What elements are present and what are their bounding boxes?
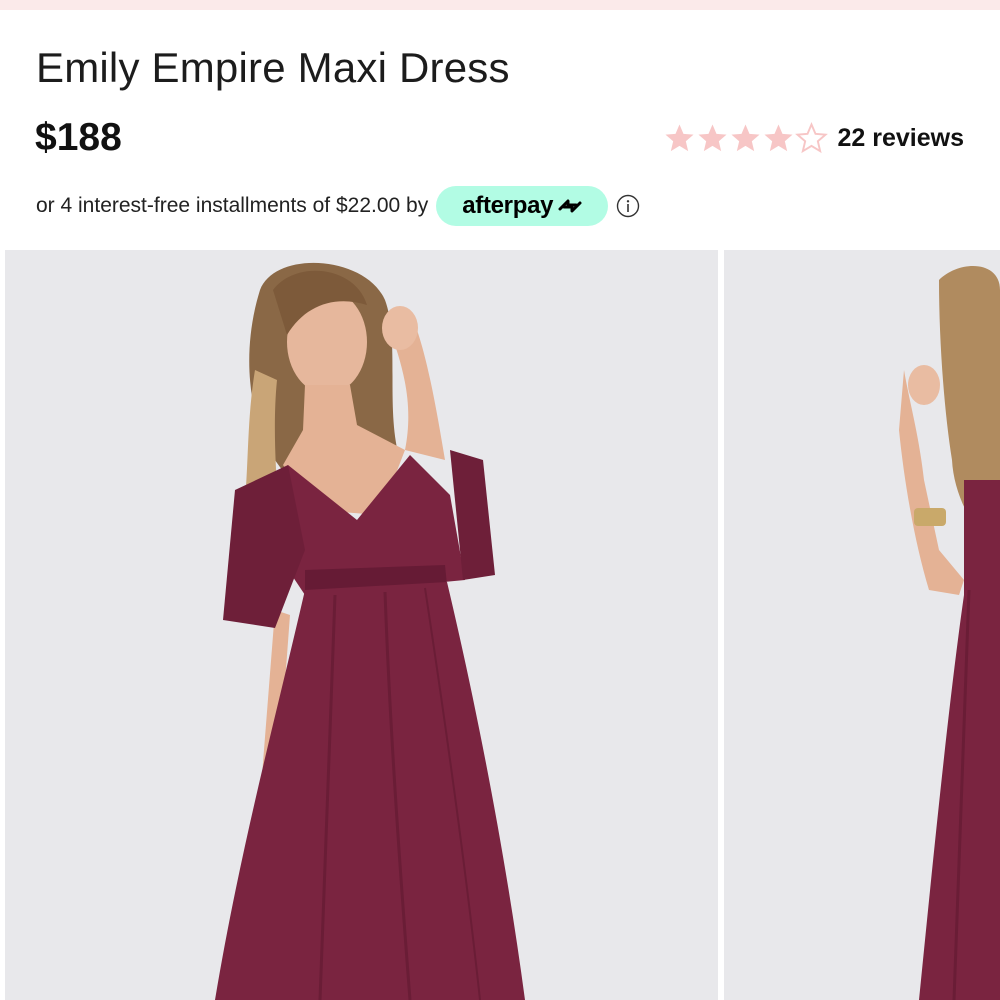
afterpay-arrows-icon bbox=[558, 199, 582, 213]
product-image-gallery[interactable] bbox=[0, 250, 1000, 1000]
product-price: $188 bbox=[35, 116, 122, 159]
product-photo-side[interactable] bbox=[724, 250, 1000, 1000]
product-page: Emily Empire Maxi Dress $188 22 reviews … bbox=[0, 0, 1000, 1000]
afterpay-badge[interactable]: afterpay bbox=[436, 186, 609, 226]
info-icon[interactable] bbox=[616, 194, 640, 218]
installments-text: or 4 interest-free installments of $22.0… bbox=[36, 194, 429, 217]
star-filled-icon bbox=[730, 124, 760, 152]
rating-stars bbox=[663, 122, 828, 155]
reviews-link[interactable]: 22 reviews bbox=[838, 124, 965, 153]
star-filled-icon bbox=[697, 124, 727, 152]
star-empty-icon bbox=[794, 122, 828, 154]
model-dress-illustration bbox=[5, 250, 718, 1000]
installments-message: or 4 interest-free installments of $22.0… bbox=[36, 185, 640, 227]
product-photo-front[interactable] bbox=[5, 250, 718, 1000]
rating-summary[interactable]: 22 reviews bbox=[663, 122, 965, 155]
model-dress-illustration-2 bbox=[724, 250, 1000, 1000]
star-filled-icon bbox=[763, 124, 793, 152]
star-filled-icon bbox=[664, 124, 694, 152]
product-title: Emily Empire Maxi Dress bbox=[36, 44, 510, 91]
afterpay-logo-text: afterpay bbox=[462, 192, 554, 219]
top-banner-strip bbox=[0, 0, 1000, 10]
